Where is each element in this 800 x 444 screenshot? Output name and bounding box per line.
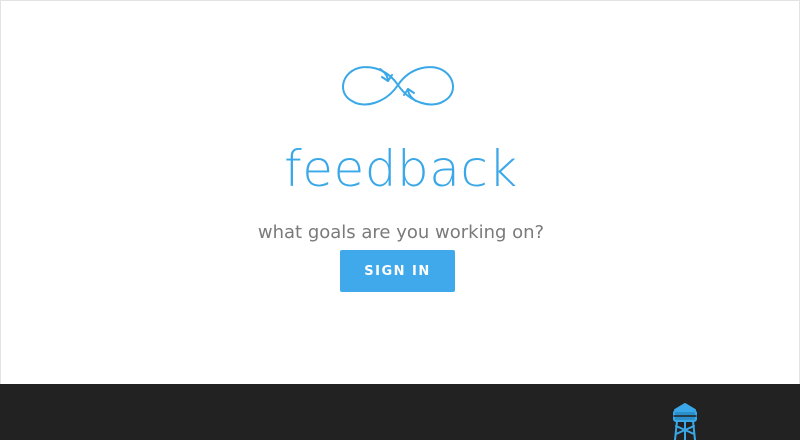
water-tower-icon <box>671 402 699 441</box>
brand-title: feedback <box>284 140 518 198</box>
footer-bar <box>0 384 800 441</box>
main-panel: feedback what goals are you working on? … <box>0 0 800 384</box>
sign-in-button[interactable]: SIGN IN <box>340 250 455 292</box>
tagline: what goals are you working on? <box>257 222 545 243</box>
infinity-loop-arrows-icon <box>338 57 458 113</box>
